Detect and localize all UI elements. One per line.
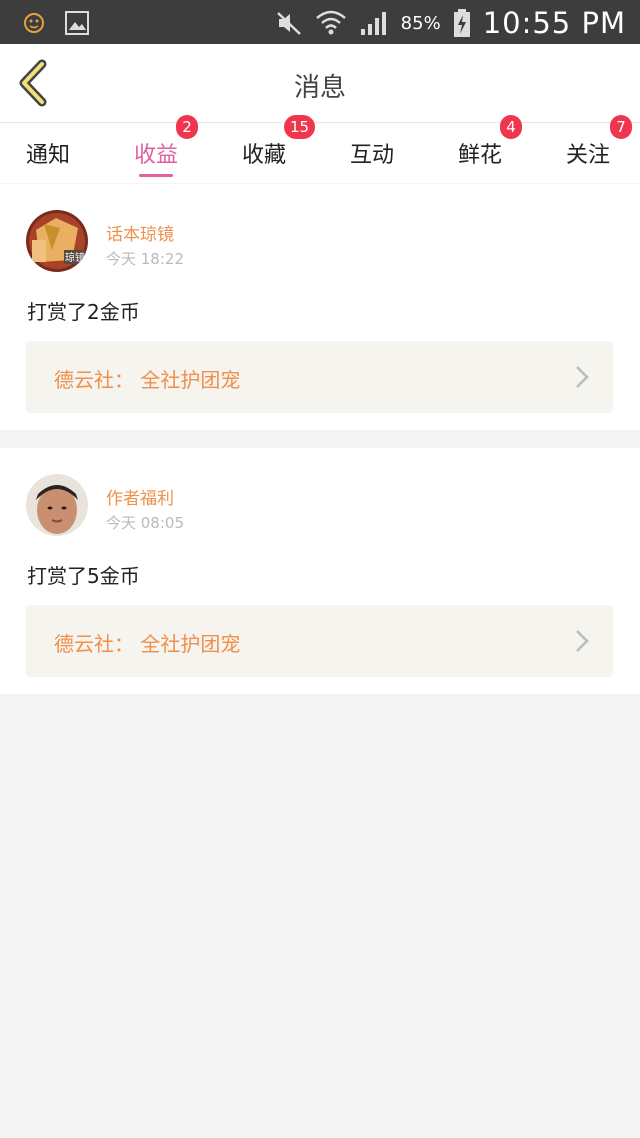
sender-name[interactable]: 话本琼镜 <box>106 220 174 245</box>
tab-label: 关注 <box>566 143 611 168</box>
chevron-right-icon <box>576 630 589 652</box>
avatar-caption: 琼镜 <box>65 251 85 264</box>
active-tab-indicator <box>139 174 173 177</box>
message-time: 今天 08:05 <box>106 514 184 532</box>
book-link[interactable]: 德云社： 全社护团宠 <box>26 341 613 413</box>
sender-name[interactable]: 作者福利 <box>106 484 174 509</box>
tab-favorites[interactable]: 收藏 15 <box>242 115 316 183</box>
tab-label: 收益 <box>134 143 179 168</box>
tab-badge: 15 <box>284 115 316 139</box>
mute-icon <box>276 12 301 35</box>
message-time: 今天 18:22 <box>106 250 184 268</box>
clock: 10:55 PM <box>482 6 626 40</box>
tab-notifications[interactable]: 通知 <box>26 123 70 183</box>
page-title: 消息 <box>293 73 346 103</box>
tab-label: 通知 <box>26 143 71 168</box>
tab-follows[interactable]: 关注 7 <box>566 115 632 183</box>
tab-label: 收藏 <box>242 143 287 168</box>
chevron-right-icon <box>576 366 589 388</box>
tab-badge: 7 <box>610 115 632 139</box>
emoji-notification-icon <box>24 13 44 33</box>
tab-badge: 2 <box>176 115 198 139</box>
message-text: 打赏了5金币 <box>27 564 140 588</box>
book-link-label: 德云社： 全社护团宠 <box>54 368 241 392</box>
app-header: 消息 <box>0 44 640 123</box>
gallery-notification-icon <box>65 11 89 35</box>
avatar[interactable] <box>26 474 88 536</box>
tab-label: 互动 <box>350 143 395 168</box>
avatar-image <box>26 474 88 536</box>
battery-charging-icon <box>453 9 470 37</box>
wifi-icon <box>315 10 346 35</box>
status-bar: 85% 10:55 PM <box>0 0 640 44</box>
avatar-image: 琼镜 <box>26 210 88 272</box>
message-card: 琼镜 话本琼镜 今天 18:22 打赏了2金币 德云社： 全社护团宠 <box>0 184 640 430</box>
book-link[interactable]: 德云社： 全社护团宠 <box>26 605 613 677</box>
message-card: 作者福利 今天 08:05 打赏了5金币 德云社： 全社护团宠 <box>0 448 640 694</box>
message-text: 打赏了2金币 <box>27 300 140 324</box>
tab-bar: 通知 收益 2 收藏 15 互动 鲜花 4 关注 7 <box>0 115 640 183</box>
tab-label: 鲜花 <box>458 143 503 168</box>
tab-interactions[interactable]: 互动 <box>350 123 394 183</box>
battery-percent: 85% <box>400 12 441 34</box>
avatar[interactable]: 琼镜 <box>26 210 88 272</box>
signal-icon <box>360 12 386 35</box>
book-link-label: 德云社： 全社护团宠 <box>54 632 241 656</box>
tab-earnings[interactable]: 收益 2 <box>134 115 198 183</box>
tab-flowers[interactable]: 鲜花 4 <box>458 115 522 183</box>
tab-badge: 4 <box>500 115 522 139</box>
